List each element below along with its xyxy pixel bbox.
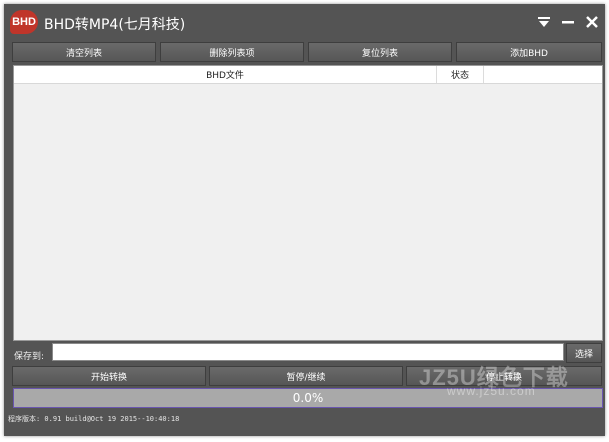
- close-icon[interactable]: [582, 12, 602, 32]
- bhd-logo-icon: BHD: [10, 10, 38, 34]
- list-header: BHD文件 状态: [14, 66, 602, 84]
- pause-resume-button[interactable]: 暂停/继续: [209, 366, 403, 386]
- toolbar: 清空列表 删除列表项 复位列表 添加BHD: [12, 42, 605, 64]
- reset-list-button[interactable]: 复位列表: [308, 42, 452, 62]
- choose-folder-button[interactable]: 选择: [566, 343, 602, 363]
- save-to-label: 保存到:: [14, 352, 45, 362]
- menu-dropdown-icon[interactable]: [534, 12, 554, 32]
- version-info: 程序版本: 0.91 build@Oct 19 2015--10:40:18: [8, 415, 180, 423]
- progress-text: 0.0%: [292, 391, 324, 405]
- add-bhd-button[interactable]: 添加BHD: [456, 42, 602, 62]
- delete-item-button[interactable]: 删除列表项: [160, 42, 304, 62]
- file-list[interactable]: BHD文件 状态: [13, 65, 603, 341]
- save-path-input[interactable]: [52, 343, 564, 361]
- progress-bar: 0.0%: [13, 388, 603, 408]
- column-header-status[interactable]: 状态: [437, 66, 484, 83]
- app-window: BHD BHD转MP4(七月科技) 清空列表 删除列表项 复位列表 添加BHD: [4, 4, 605, 436]
- column-header-file[interactable]: BHD文件: [14, 66, 437, 83]
- window-title: BHD转MP4(七月科技): [44, 17, 186, 33]
- stop-convert-button[interactable]: 停止转换: [406, 366, 602, 386]
- start-convert-button[interactable]: 开始转换: [12, 366, 206, 386]
- clear-list-button[interactable]: 清空列表: [12, 42, 156, 62]
- title-bar[interactable]: BHD BHD转MP4(七月科技): [4, 4, 605, 40]
- minimize-icon[interactable]: [558, 12, 578, 32]
